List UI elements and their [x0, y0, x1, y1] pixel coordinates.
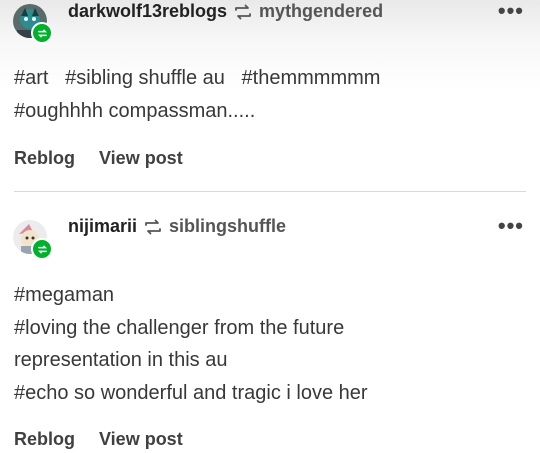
avatar[interactable] — [13, 4, 53, 44]
tag-list: #megaman #loving the challenger from the… — [14, 279, 524, 409]
tag-line[interactable]: #loving the challenger from the future — [14, 312, 524, 345]
reblog-arrows-icon — [233, 4, 253, 20]
reblog-source-link[interactable]: siblingshuffle — [169, 216, 286, 237]
post-actions: Reblog View post — [14, 148, 207, 169]
view-post-button[interactable]: View post — [99, 429, 183, 450]
username-link[interactable]: nijimarii — [68, 216, 137, 237]
tag-list: #art #sibling shuffle au #themmmmmm #oug… — [14, 62, 524, 127]
tag-line[interactable]: #echo so wonderful and tragic i love her — [14, 377, 524, 410]
post-card-2: nijimarii siblingshuffle ••• #megaman #l… — [0, 193, 540, 453]
reblog-arrows-icon — [143, 219, 163, 235]
reblog-source-link[interactable]: mythgendered — [259, 1, 383, 22]
view-post-button[interactable]: View post — [99, 148, 183, 169]
more-options-button[interactable]: ••• — [498, 213, 524, 239]
post-header: nijimarii siblingshuffle — [68, 216, 286, 237]
reblog-button[interactable]: Reblog — [14, 429, 75, 450]
tag-line[interactable]: #megaman — [14, 279, 524, 312]
tag-line[interactable]: #oughhhh compassman..... — [14, 95, 524, 128]
post-header: darkwolf13reblogs mythgendered — [68, 1, 383, 22]
reblog-badge-icon — [31, 22, 53, 44]
post-divider — [14, 191, 526, 192]
post-actions: Reblog View post — [14, 429, 207, 450]
avatar[interactable] — [13, 220, 53, 260]
reblog-button[interactable]: Reblog — [14, 148, 75, 169]
tag-line[interactable]: #art #sibling shuffle au #themmmmmm — [14, 62, 524, 95]
tag-line[interactable]: representation in this au — [14, 344, 524, 377]
more-options-button[interactable]: ••• — [498, 0, 524, 24]
reblog-badge-icon — [31, 238, 53, 260]
username-link[interactable]: darkwolf13reblogs — [68, 1, 227, 22]
post-card-1: darkwolf13reblogs mythgendered ••• #art … — [0, 0, 540, 192]
